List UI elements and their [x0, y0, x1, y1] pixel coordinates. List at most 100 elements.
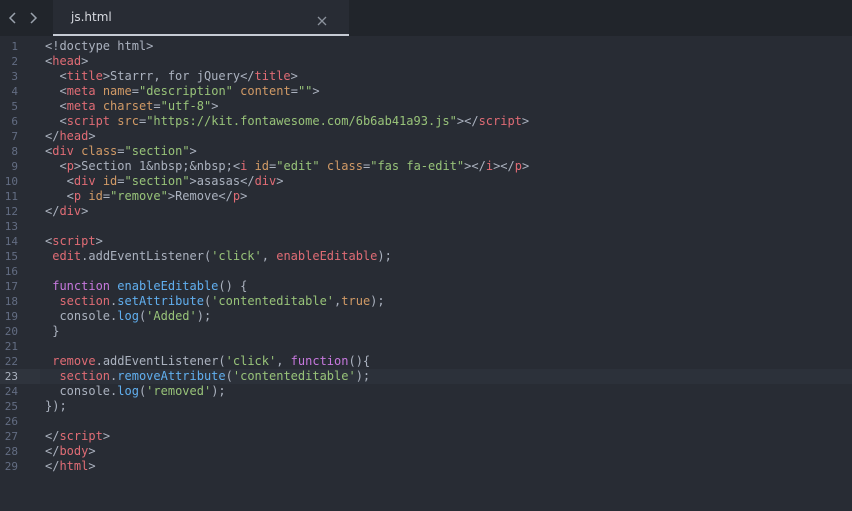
code-token: >asasas</ — [189, 174, 255, 188]
code-token: script — [478, 114, 522, 128]
code-token: > — [521, 159, 530, 173]
code-token: 'Added' — [146, 309, 197, 323]
code-token: div — [254, 174, 277, 188]
line-number: 8 — [11, 145, 18, 158]
code-line[interactable]: 25}); — [0, 399, 852, 414]
code-token: console. — [45, 384, 118, 398]
code-token: </ — [45, 429, 60, 443]
code-line[interactable]: 14 <script> — [0, 234, 852, 249]
code-token: id — [254, 159, 270, 173]
code-text: </body> — [45, 444, 96, 459]
close-icon[interactable] — [316, 12, 328, 26]
code-line[interactable]: 5 <meta charset="utf-8"> — [0, 99, 852, 114]
code-text: <meta charset="utf-8"> — [45, 99, 218, 114]
code-token: div — [52, 144, 74, 158]
line-number: 11 — [4, 190, 18, 203]
code-token: 'contenteditable' — [211, 294, 335, 308]
code-token: , — [276, 354, 291, 368]
code-token: title — [254, 69, 291, 83]
code-line[interactable]: 17 function enableEditable() { — [0, 279, 852, 294]
code-line[interactable]: 29 </html> — [0, 459, 852, 474]
code-token: }); — [45, 399, 67, 413]
line-number: 16 — [4, 265, 18, 278]
code-text: </html> — [45, 459, 96, 474]
code-line[interactable]: 10 <div id="section">asasas</div> — [0, 174, 852, 189]
code-token: head — [59, 129, 89, 143]
code-line[interactable]: 8 <div class="section"> — [0, 144, 852, 159]
code-line[interactable]: 9 <p>Section 1&nbsp;&nbsp;<i id="edit" c… — [0, 159, 852, 174]
code-token: "fas fa-edit" — [370, 159, 465, 173]
tab-js-html[interactable]: js.html — [53, 0, 349, 36]
code-token: < — [45, 114, 67, 128]
code-text: <!doctype html> — [45, 39, 153, 54]
code-line[interactable]: 24 console.log('removed'); — [0, 384, 852, 399]
code-token: .addEventListener( — [95, 354, 226, 368]
code-token: "utf-8" — [160, 99, 212, 113]
code-token: true — [341, 294, 371, 308]
code-token: ); — [355, 369, 371, 383]
forward-button[interactable] — [20, 0, 46, 36]
code-token: , — [261, 249, 277, 263]
code-text: console.log('Added'); — [45, 309, 211, 324]
code-token: = — [153, 99, 161, 113]
code-line[interactable]: 13 — [0, 219, 852, 234]
code-token: "description" — [138, 84, 233, 98]
code-line[interactable]: 4 <meta name="description" content=""> — [0, 84, 852, 99]
line-number: 12 — [4, 205, 18, 218]
code-text: <script> — [45, 234, 103, 249]
code-token: > — [211, 99, 219, 113]
code-token: } — [45, 324, 60, 338]
code-token: > — [95, 234, 103, 248]
code-line[interactable]: 11 <p id="remove">Remove</p> — [0, 189, 852, 204]
code-token: class — [81, 144, 118, 158]
code-line[interactable]: 21 — [0, 339, 852, 354]
code-token: >Remove</ — [167, 189, 233, 203]
code-token: class — [326, 159, 363, 173]
line-number: 23 — [4, 370, 18, 383]
code-line[interactable]: 19 console.log('Added'); — [0, 309, 852, 324]
code-line[interactable]: 2 <head> — [0, 54, 852, 69]
code-text: <head> — [45, 54, 88, 69]
code-token: &nbsp;&nbsp; — [146, 159, 233, 173]
code-line[interactable]: 18 section.setAttribute('contenteditable… — [0, 294, 852, 309]
line-number: 26 — [4, 415, 18, 428]
code-line[interactable]: 15 edit.addEventListener('click', enable… — [0, 249, 852, 264]
code-line[interactable]: 7 </head> — [0, 129, 852, 144]
code-line[interactable]: 12 </div> — [0, 204, 852, 219]
code-token: p — [514, 159, 522, 173]
code-token: log — [117, 309, 139, 323]
code-line[interactable]: 3 <title>Starrr, for jQuery</title> — [0, 69, 852, 84]
line-number: 15 — [4, 250, 18, 263]
code-line[interactable]: 28 </body> — [0, 444, 852, 459]
code-line[interactable]: 27 </script> — [0, 429, 852, 444]
code-text: remove.addEventListener('click', functio… — [45, 354, 370, 369]
code-line[interactable]: 16 — [0, 264, 852, 279]
code-text: <p id="remove">Remove</p> — [45, 189, 248, 204]
code-token: > — [290, 69, 298, 83]
code-token: section — [59, 294, 111, 308]
code-token: 'removed' — [146, 384, 212, 398]
code-line[interactable]: 1 <!doctype html> — [0, 39, 852, 54]
code-token: ); — [211, 384, 226, 398]
code-line[interactable]: 23 section.removeAttribute('contentedita… — [0, 369, 852, 384]
line-number: 2 — [11, 55, 18, 68]
code-line[interactable]: 20 } — [0, 324, 852, 339]
code-token: () { — [218, 279, 248, 293]
code-line[interactable]: 6 <script src="https://kit.fontawesome.c… — [0, 114, 852, 129]
line-number: 7 — [11, 130, 18, 143]
code-text: section.removeAttribute('contenteditable… — [45, 369, 370, 384]
code-editor[interactable]: 1 <!doctype html> 2 <head> 3 <title>Starrr, … — [0, 36, 852, 511]
code-line[interactable]: 26 — [0, 414, 852, 429]
code-token: ></ — [456, 114, 479, 128]
code-line[interactable]: 22 remove.addEventListener('click', func… — [0, 354, 852, 369]
code-token: ); — [196, 309, 212, 323]
code-token: setAttribute — [117, 294, 204, 308]
code-token: id — [88, 189, 103, 203]
code-token: .addEventListener( — [81, 249, 212, 263]
code-text: <div id="section">asasas</div> — [45, 174, 284, 189]
